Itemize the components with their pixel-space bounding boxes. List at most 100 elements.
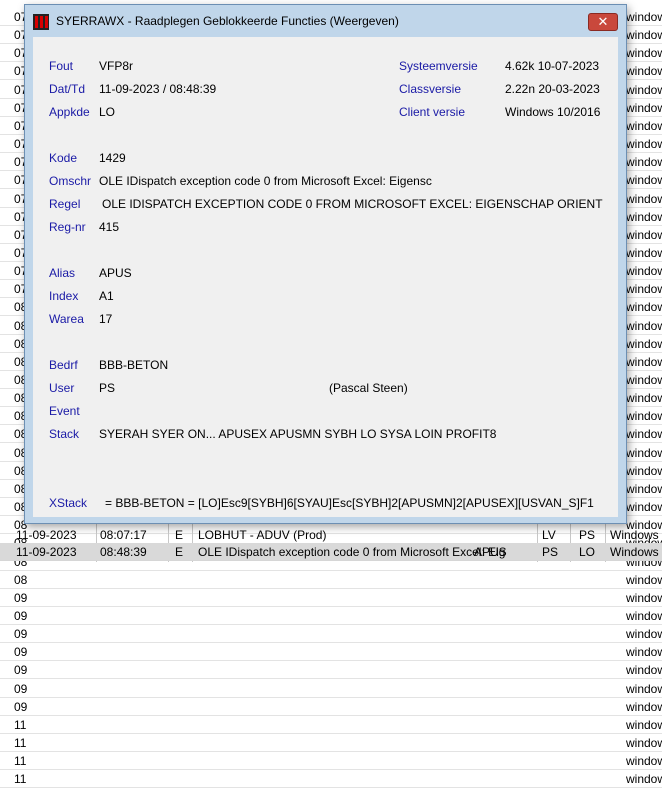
user-label: User [49, 381, 75, 395]
row-platform-fragment: windows 1 [626, 627, 662, 641]
kode-label: Kode [49, 151, 78, 165]
list-row[interactable]: 09 windows 1 [0, 680, 662, 698]
row-platform-fragment: windows 1 [626, 28, 662, 42]
list-row[interactable]: 11 windows 1 [0, 734, 662, 752]
row-platform-fragment: windows 1 [626, 609, 662, 623]
row-col5: APUS [474, 545, 507, 559]
row-date: 11-09-2023 [16, 528, 77, 542]
row-text: OLE IDispatch exception code 0 from Micr… [198, 545, 506, 559]
row-time: 08:07:17 [100, 528, 147, 542]
classversie-value: 2.22n 20-03-2023 [505, 82, 600, 96]
kode-value: 1429 [99, 151, 126, 165]
row-platform-fragment: windows 1 [626, 482, 662, 496]
omschr-value: OLE IDispatch exception code 0 from Micr… [99, 174, 432, 188]
row-platform-fragment: windows 1 [626, 264, 662, 278]
stack-label: Stack [49, 427, 80, 441]
row-platform-fragment: windows 1 [626, 228, 662, 242]
list-row[interactable]: 08 windows 1 [0, 571, 662, 589]
row-col6: PS [579, 528, 596, 542]
row-col8: Windows 1 [610, 528, 662, 542]
bedrf-label: Bedrf [49, 358, 78, 372]
row-platform-fragment: windows 1 [626, 573, 662, 587]
row-platform-fragment: windows 1 [626, 64, 662, 78]
systeemversie-value: 4.62k 10-07-2023 [505, 59, 600, 73]
omschr-label: Omschr [49, 174, 91, 188]
alias-label: Alias [49, 266, 76, 280]
dialog-titlebar[interactable]: SYERRAWX - Raadplegen Geblokkeerde Funct… [25, 5, 626, 37]
row-platform-fragment: windows 1 [626, 772, 662, 786]
warea-value: 17 [99, 312, 113, 326]
row-platform-fragment: windows 1 [626, 663, 662, 677]
row-platform-fragment: windows 1 [626, 682, 662, 696]
list-row[interactable]: 09 windows 1 [0, 625, 662, 643]
row-platform-fragment: windows 1 [626, 446, 662, 460]
stack-value: SYERAH SYER ON... APUSEX APUSMN SYBH LO … [99, 427, 497, 441]
close-icon: ✕ [597, 14, 609, 29]
row-platform-fragment: windows 1 [626, 700, 662, 714]
list-row[interactable]: 09 windows 1 [0, 698, 662, 716]
row-platform-fragment: windows 1 [626, 736, 662, 750]
row-type: E [175, 545, 184, 559]
list-row[interactable]: 11 windows 1 [0, 716, 662, 734]
list-row[interactable]: 09 windows 1 [0, 661, 662, 679]
row-platform-fragment: windows 1 [626, 46, 662, 60]
regel-value: OLE IDISPATCH EXCEPTION CODE 0 FROM MICR… [102, 197, 603, 211]
list-row[interactable]: 09 windows 1 [0, 643, 662, 661]
event-label: Event [49, 404, 80, 418]
row-date-fragment: 11 [14, 772, 27, 786]
warea-label: Warea [49, 312, 84, 326]
row-date-fragment: 09 [14, 682, 28, 696]
row-date-fragment: 11 [14, 736, 27, 750]
list-row-partial[interactable]: 11-09-2023 08:07:17 E LOBHUT - ADUV (Pro… [0, 526, 662, 544]
row-date-fragment: 09 [14, 591, 28, 605]
fout-label: Fout [49, 59, 74, 73]
list-row[interactable]: 11 windows 1 [0, 770, 662, 788]
row-platform-fragment: windows 1 [626, 137, 662, 151]
row-time: 08:48:39 [100, 545, 147, 559]
list-row[interactable]: 09 windows 1 [0, 607, 662, 625]
regnr-label: Reg-nr [49, 220, 86, 234]
row-platform-fragment: windows 1 [626, 210, 662, 224]
regnr-value: 415 [99, 220, 120, 234]
dattd-value: 11-09-2023 / 08:48:39 [99, 82, 217, 96]
row-platform-fragment: windows 1 [626, 391, 662, 405]
index-value: A1 [99, 289, 114, 303]
list-row[interactable]: 09 windows 1 [0, 589, 662, 607]
dattd-label: Dat/Td [49, 82, 86, 96]
row-type: E [175, 528, 184, 542]
user-fullname: (Pascal Steen) [329, 381, 408, 395]
dialog-content: Fout VFP8r Dat/Td 11-09-2023 / 08:48:39 … [33, 37, 618, 517]
row-platform-fragment: windows 1 [626, 464, 662, 478]
row-col6: PS [542, 545, 559, 559]
row-platform-fragment: windows 1 [626, 101, 662, 115]
row-platform-fragment: windows 1 [626, 83, 662, 97]
row-platform-fragment: windows 1 [626, 319, 662, 333]
xstack-label: XStack [49, 496, 88, 510]
row-platform-fragment: windows 1 [626, 119, 662, 133]
row-platform-fragment: windows 1 [626, 591, 662, 605]
appkde-label: Appkde [49, 105, 90, 119]
row-platform-fragment: windows 1 [626, 246, 662, 260]
alias-value: APUS [99, 266, 132, 280]
list-row-selected[interactable]: 11-09-2023 08:48:39 E OLE IDispatch exce… [0, 543, 662, 561]
row-col8: Windows 1 [610, 545, 662, 559]
row-platform-fragment: windows 1 [626, 373, 662, 387]
user-value: PS [99, 381, 116, 395]
list-row[interactable]: 11 windows 1 [0, 752, 662, 770]
row-date-fragment: 08 [14, 573, 28, 587]
row-platform-fragment: windows 1 [626, 754, 662, 768]
appkde-value: LO [99, 105, 116, 119]
row-platform-fragment: windows 1 [626, 718, 662, 732]
systeemversie-label: Systeemversie [399, 59, 478, 73]
row-platform-fragment: windows 1 [626, 10, 662, 24]
row-platform-fragment: windows 1 [626, 173, 662, 187]
clientversie-value: Windows 10/2016 [505, 105, 601, 119]
row-platform-fragment: windows 1 [626, 300, 662, 314]
row-date-fragment: 09 [14, 609, 28, 623]
row-text: LOBHUT - ADUV (Prod) [198, 528, 327, 542]
row-date-fragment: 09 [14, 627, 28, 641]
row-platform-fragment: windows 1 [626, 282, 662, 296]
classversie-label: Classversie [399, 82, 462, 96]
row-date-fragment: 09 [14, 663, 28, 677]
close-button[interactable]: ✕ [588, 13, 618, 31]
